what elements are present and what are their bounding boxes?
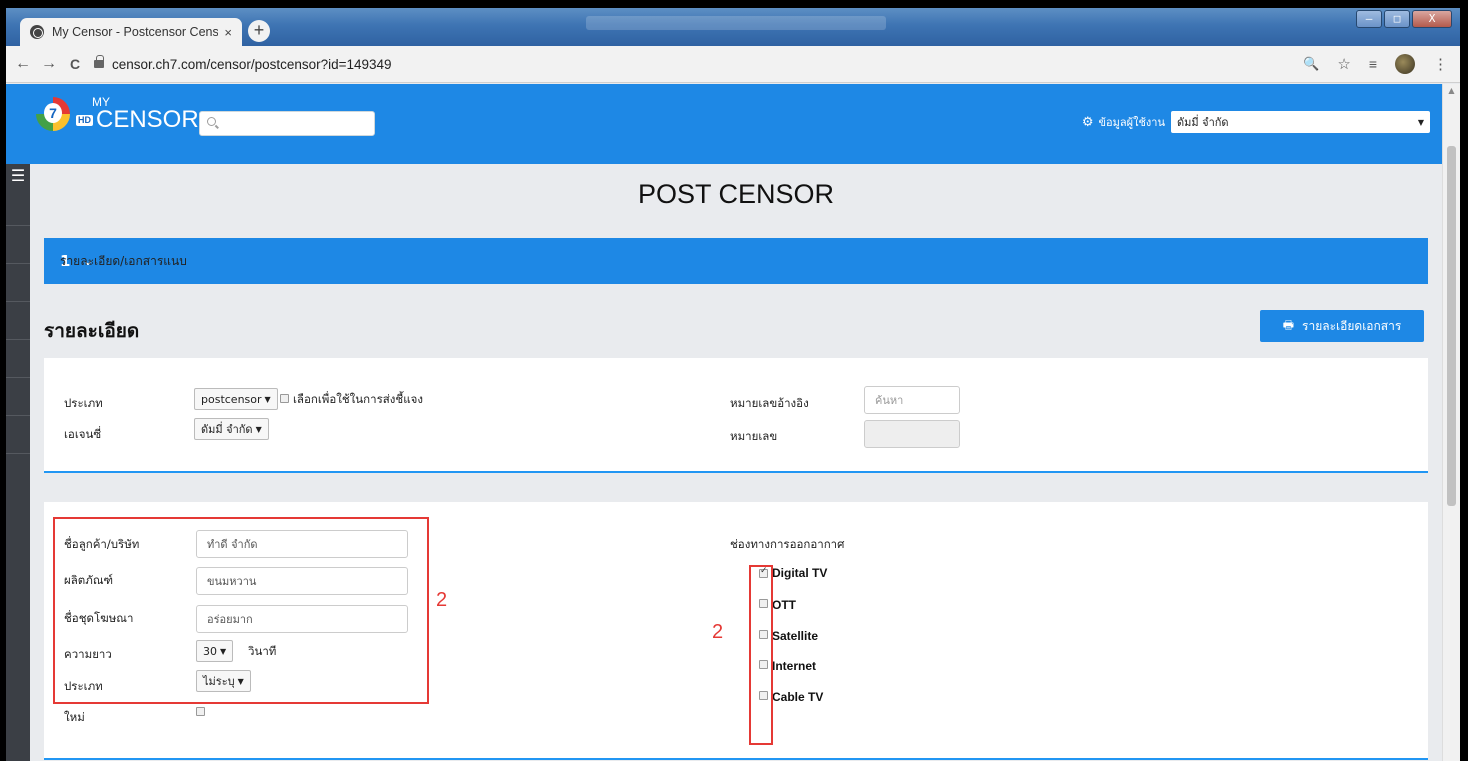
scroll-thumb[interactable] xyxy=(1447,146,1456,506)
back-button[interactable]: ← xyxy=(10,55,36,73)
step-label: รายละเอียด/เอกสารแนบ xyxy=(60,253,187,268)
annotation-number-right: 2 xyxy=(712,621,724,643)
window-controls: – □ X xyxy=(1356,10,1452,28)
clarify-checkbox[interactable] xyxy=(280,394,289,403)
hamburger-menu-icon[interactable]: ☰ xyxy=(6,164,30,188)
mycensor-logo[interactable]: 7 MY HD CENSOR xyxy=(36,96,199,132)
ch7-logo-icon: 7 xyxy=(36,97,70,131)
number-input[interactable] xyxy=(864,420,960,448)
new-tab-button[interactable]: + xyxy=(248,20,270,42)
lock-icon xyxy=(94,55,104,68)
gear-icon: ⚙ xyxy=(1081,114,1094,130)
search-icon xyxy=(207,117,216,126)
agency-label: เอเจนซี่ xyxy=(64,427,102,441)
number-label: หมายเลข xyxy=(730,429,778,443)
new-checkbox[interactable] xyxy=(196,707,205,716)
channel-label-satellite: Satellite xyxy=(772,629,819,643)
clarify-label: เลือกเพื่อใช้ในการส่งชี้แจง xyxy=(293,392,423,406)
page-title: POST CENSOR xyxy=(637,179,835,209)
globe-icon xyxy=(30,25,44,39)
annotation-box-left xyxy=(53,517,429,704)
header-search-input[interactable] xyxy=(199,111,375,136)
url-text: censor.ch7.com/censor/postcensor?id=1493… xyxy=(112,56,392,72)
printer-icon: 🖶 xyxy=(1282,317,1295,332)
channel-title: ช่องทางการออกอากาศ xyxy=(730,537,845,551)
type-dropdown[interactable]: postcensor ▼ xyxy=(194,388,278,410)
menu-icon[interactable]: ⋮ xyxy=(1433,55,1448,73)
maximize-button[interactable]: □ xyxy=(1384,10,1410,28)
browser-tab[interactable]: My Censor - Postcensor Censor × xyxy=(20,18,242,46)
type-label: ประเภท xyxy=(64,396,103,410)
document-details-button[interactable]: 🖶 รายละเอียดเอกสาร xyxy=(1260,310,1424,342)
star-icon[interactable]: ☆ xyxy=(1337,55,1350,73)
channel-label-ott: OTT xyxy=(772,598,796,612)
channel-label-cable-tv: Cable TV xyxy=(772,690,824,704)
browser-titlebar: My Censor - Postcensor Censor × + – □ X xyxy=(6,8,1460,46)
channel-label-digital-tv: Digital TV xyxy=(772,566,828,580)
user-info: ⚙ ข้อมูลผู้ใช้งาน ดัมมี่ จำกัด ▼ xyxy=(1082,111,1430,133)
zoom-icon[interactable]: 🔍 xyxy=(1303,56,1319,72)
annotation-number-left: 2 xyxy=(436,589,448,611)
url-field[interactable]: censor.ch7.com/censor/postcensor?id=1493… xyxy=(94,50,1303,78)
details-card: ประเภท postcensor ▼ เลือกเพื่อใช้ในการส่ง… xyxy=(44,358,1428,473)
tab-title: My Censor - Postcensor Censor xyxy=(52,25,219,39)
user-select[interactable]: ดัมมี่ จำกัด ▼ xyxy=(1171,111,1430,133)
new-label: ใหม่ xyxy=(64,710,85,724)
address-bar: ← → C censor.ch7.com/censor/postcensor?i… xyxy=(6,46,1460,83)
reload-button[interactable]: C xyxy=(62,56,88,72)
user-label: ข้อมูลผู้ใช้งาน xyxy=(1098,116,1165,129)
reference-input[interactable]: ค้นหา xyxy=(864,386,960,414)
dropdown-caret-icon: ▼ xyxy=(1417,117,1424,127)
window-title-blur xyxy=(586,16,886,30)
logo-hd: HD xyxy=(76,114,93,126)
minimize-button[interactable]: – xyxy=(1356,10,1382,28)
reference-label: หมายเลขอ้างอิง xyxy=(730,396,809,410)
sidebar: ☰ xyxy=(6,164,30,761)
close-window-button[interactable]: X xyxy=(1412,10,1452,28)
agency-dropdown[interactable]: ดัมมี่ จำกัด ▼ xyxy=(194,418,269,440)
page-scrollbar[interactable]: ▲ xyxy=(1442,84,1460,761)
section-title: รายละเอียด xyxy=(44,320,140,342)
forward-button[interactable]: → xyxy=(36,55,62,73)
web-page: 7 MY HD CENSOR ⚙ ข้อมูลผู้ใช้งาน ดัมมี่ … xyxy=(6,84,1442,761)
logo-censor: CENSOR xyxy=(96,106,199,133)
profile-avatar[interactable] xyxy=(1395,54,1415,74)
browser-actions: 🔍 ☆ ≡ ⋮ xyxy=(1303,54,1448,74)
browser-window: My Censor - Postcensor Censor × + – □ X … xyxy=(6,8,1460,761)
annotation-box-right xyxy=(749,565,773,745)
reading-list-icon[interactable]: ≡ xyxy=(1369,56,1377,72)
app-header: 7 MY HD CENSOR ⚙ ข้อมูลผู้ใช้งาน ดัมมี่ … xyxy=(6,84,1442,164)
step-1-accordion[interactable]: 1 รายละเอียด/เอกสารแนบ ⌄ xyxy=(44,238,1428,284)
scroll-up-icon[interactable]: ▲ xyxy=(1443,84,1460,98)
close-tab-icon[interactable]: × xyxy=(224,25,232,40)
channel-label-internet: Internet xyxy=(772,659,817,673)
